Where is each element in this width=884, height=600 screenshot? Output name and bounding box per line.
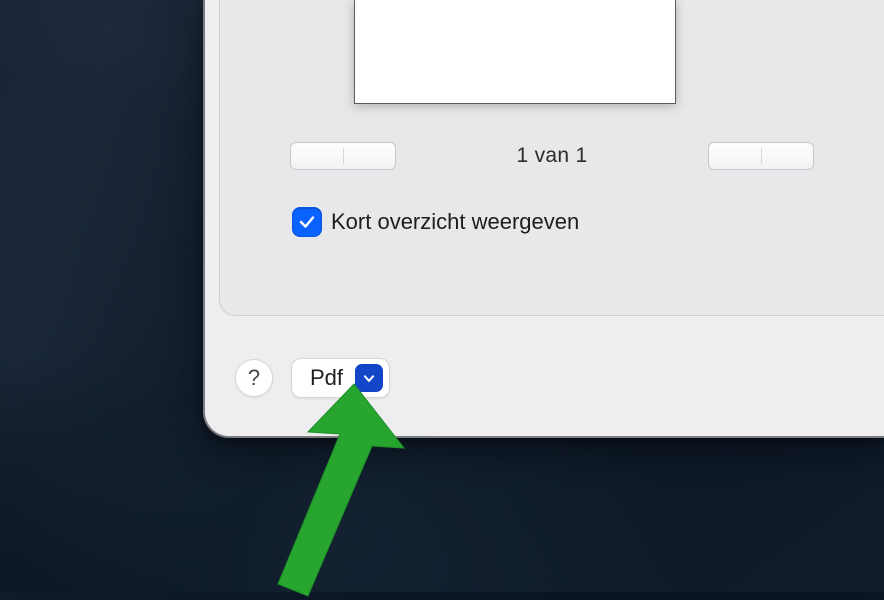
checkmark-icon [298, 213, 316, 231]
pdf-dropdown-button[interactable]: Pdf [291, 358, 390, 398]
print-dialog-window: 1 van 1 Kort overzicht weergeven ? Pdf [203, 0, 884, 438]
show-summary-label: Kort overzicht weergeven [331, 209, 579, 235]
chevron-down-icon [355, 364, 383, 392]
preview-panel: 1 van 1 Kort overzicht weergeven [219, 0, 884, 316]
pager-first-prev-button[interactable] [290, 142, 396, 170]
dialog-footer: ? Pdf [235, 358, 390, 398]
help-button[interactable]: ? [235, 359, 273, 397]
show-summary-row: Kort overzicht weergeven [293, 208, 579, 236]
pager-divider [343, 148, 344, 164]
pdf-dropdown-label: Pdf [310, 365, 343, 391]
show-summary-checkbox[interactable] [293, 208, 321, 236]
page-navigation: 1 van 1 [290, 142, 814, 170]
pager-next-last-button[interactable] [708, 142, 814, 170]
page-indicator: 1 van 1 [517, 144, 588, 168]
pager-divider [761, 148, 762, 164]
page-preview-canvas [354, 0, 676, 104]
